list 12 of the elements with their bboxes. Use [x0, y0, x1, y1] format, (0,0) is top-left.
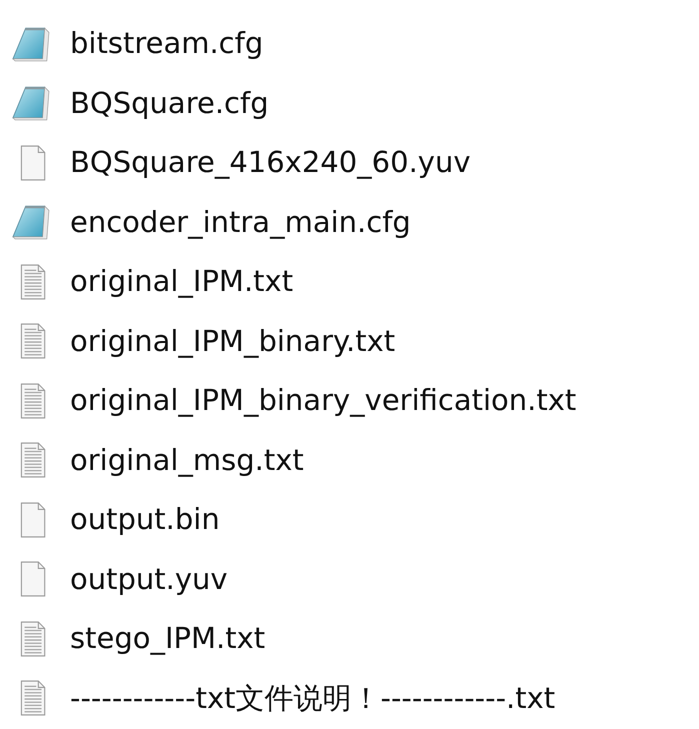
file-name[interactable]: original_msg.txt [70, 442, 304, 478]
file-name[interactable]: original_IPM_binary.txt [70, 324, 396, 359]
file-name[interactable]: BQSquare.cfg [70, 86, 269, 121]
file-name[interactable]: original_IPM.txt [70, 264, 294, 300]
file-name[interactable]: ------------txt文件说明！------------.txt [70, 680, 556, 716]
file-name[interactable]: output.yuv [70, 562, 228, 597]
file-name[interactable]: encoder_intra_main.cfg [70, 204, 411, 240]
file-name[interactable]: BQSquare_416x240_60.yuv [70, 145, 471, 180]
file-name[interactable]: bitstream.cfg [70, 26, 264, 62]
file-name[interactable]: stego_IPM.txt [70, 621, 266, 656]
file-name[interactable]: original_IPM_binary_verification.txt [70, 383, 576, 418]
file-name[interactable]: output.bin [70, 502, 220, 538]
